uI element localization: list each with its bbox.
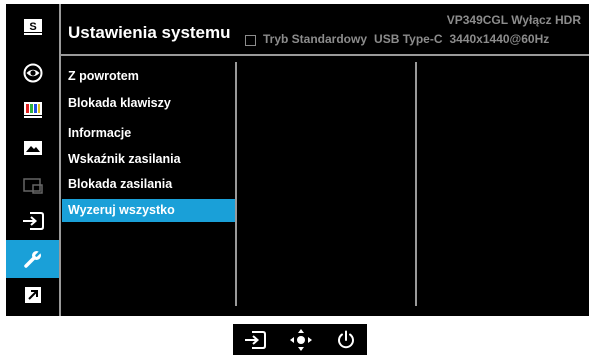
page-title: Ustawienia systemu (68, 23, 231, 42)
pip-window-icon (22, 178, 43, 194)
model-info: VP349CGL Wyłącz HDR (446, 13, 581, 27)
rail-item-image[interactable] (6, 131, 59, 165)
rail-item-splendid[interactable]: S (6, 10, 59, 44)
menu-item-reset-all[interactable]: Wyzeruj wszystko (62, 199, 235, 222)
status-mode: Tryb Standardowy (263, 32, 368, 46)
rail-item-color[interactable] (6, 93, 59, 127)
rail-item-eye-care[interactable] (6, 56, 59, 90)
osd-window: S Ustawienia systemu VP349CGL Wyłącz HDR… (6, 4, 589, 316)
rail-item-system-setup[interactable] (6, 240, 59, 278)
color-bars-icon (23, 102, 42, 118)
five-way-navigation-icon[interactable] (289, 328, 313, 352)
menu-item-information[interactable]: Informacje (68, 125, 131, 141)
menu-item-power-indicator[interactable]: Wskaźnik zasilania (68, 151, 181, 167)
shortcut-arrow-icon (24, 287, 41, 303)
rail-item-input[interactable] (6, 204, 59, 238)
menu-item-back[interactable]: Z powrotem (68, 68, 139, 84)
status-checkbox-icon (245, 34, 256, 46)
status-bar: Tryb Standardowy USB Type-C 3440x1440@60… (245, 32, 549, 46)
menu-item-power-lock[interactable]: Blokada zasilania (68, 176, 172, 192)
image-landscape-icon (23, 141, 42, 155)
menu-item-key-lock[interactable]: Blokada klawiszy (68, 95, 171, 111)
power-icon[interactable] (336, 330, 356, 350)
key-guide (233, 324, 367, 355)
splendid-s-icon: S (23, 19, 42, 35)
input-select-icon (22, 212, 44, 230)
status-resolution: 3440x1440@60Hz (449, 32, 550, 46)
header-divider (59, 54, 589, 56)
column-divider-1 (235, 62, 237, 306)
eye-care-icon (23, 63, 42, 83)
rail-item-pip[interactable] (6, 169, 59, 203)
rail-divider (59, 4, 61, 316)
rail-item-shortcut[interactable] (6, 278, 59, 312)
svg-text:S: S (29, 21, 36, 33)
input-key-icon[interactable] (244, 330, 267, 350)
wrench-icon (23, 250, 41, 268)
status-input: USB Type-C (374, 32, 443, 46)
category-rail: S (6, 4, 59, 316)
column-divider-2 (415, 62, 417, 306)
